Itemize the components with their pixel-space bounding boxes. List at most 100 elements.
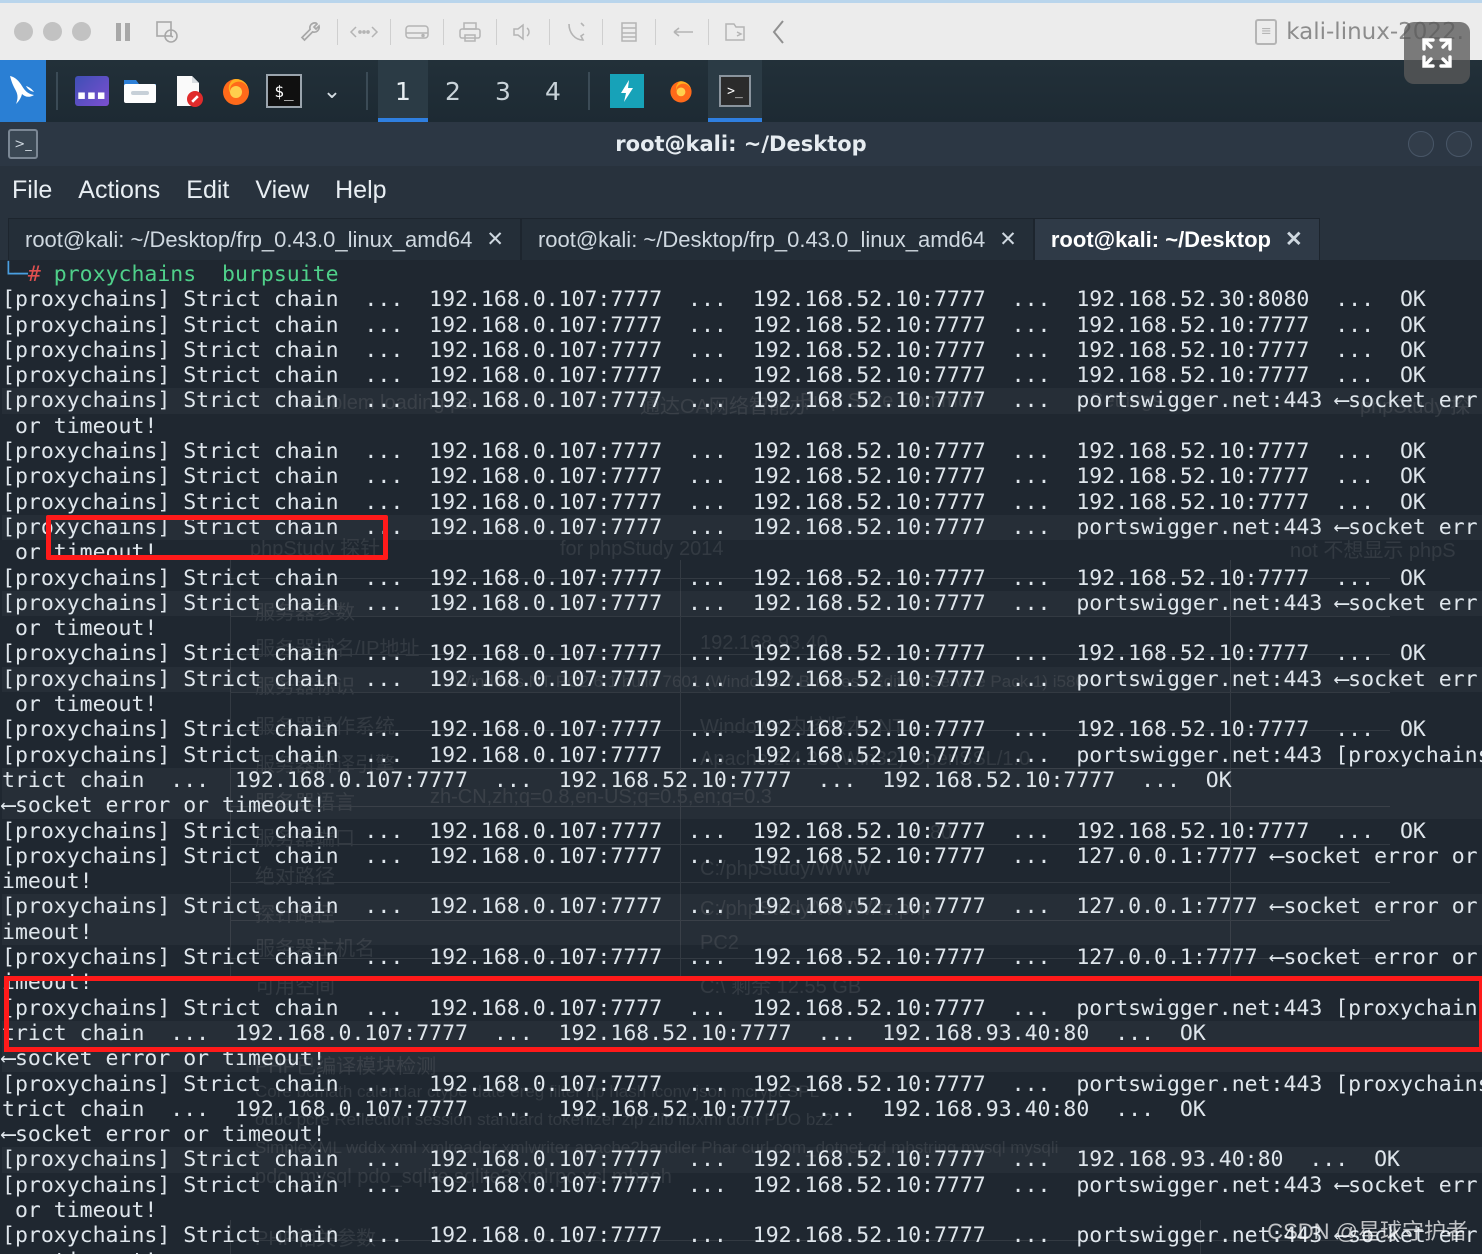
terminal-line: [proxychains] Strict chain ... 192.168.0… (2, 1071, 1482, 1097)
kali-dragon-logo[interactable] (0, 60, 46, 122)
workspace-button-3[interactable]: 3 (478, 60, 528, 122)
usb-icon[interactable] (665, 15, 699, 49)
collapse-chevron-icon[interactable] (762, 15, 796, 49)
terminal-line: [proxychains] Strict chain ... 192.168.0… (2, 363, 1426, 389)
terminal-text: └─# proxychains burpsuite [proxychains] S… (0, 260, 1482, 1254)
terminal-line: [proxychains] Strict chain ... 192.168.0… (2, 818, 1426, 844)
terminal-line: or timeout! (2, 413, 158, 439)
menu-view[interactable]: View (255, 176, 309, 205)
terminal-task-button[interactable]: >_ (708, 60, 762, 122)
terminal-line: [proxychains] Strict chain ... 192.168.0… (2, 489, 1426, 515)
kali-taskbar: ▪▪▪ $_ ⌄ 1 2 3 4 >_ (0, 60, 1482, 122)
snapshot-icon[interactable] (150, 15, 184, 49)
terminal-titlebar[interactable]: >_ root@kali: ~/Desktop (0, 122, 1482, 166)
server-icon[interactable] (612, 15, 646, 49)
terminal-line: [proxychains] Strict chain ... 192.168.0… (2, 337, 1426, 363)
panel-divider (588, 72, 590, 110)
menu-help[interactable]: Help (335, 176, 386, 205)
workspace-button-1[interactable]: 1 (378, 60, 428, 122)
text-editor-launcher[interactable] (164, 60, 212, 122)
workspace-label: 2 (445, 76, 461, 106)
panel-divider (366, 72, 368, 110)
terminal-line: [proxychains] Strict chain ... 192.168.0… (2, 641, 1426, 667)
sound-icon[interactable] (506, 15, 540, 49)
toolbar-divider (337, 18, 338, 45)
host-window-controls[interactable] (0, 22, 101, 41)
terminal-tab-3[interactable]: root@kali: ~/Desktop ✕ (1033, 218, 1320, 260)
terminal-line: or timeout! (2, 540, 158, 566)
harddisk-icon[interactable] (400, 15, 434, 49)
minimize-button[interactable] (1408, 131, 1434, 157)
terminal-line: [proxychains] Strict chain ... 192.168.0… (2, 667, 1482, 692)
terminal-launcher[interactable]: $_ (260, 60, 308, 122)
terminal-line: ⟵socket error or timeout! (2, 793, 1482, 818)
usb-bluetooth-icon[interactable] (559, 15, 593, 49)
terminal-line: or timeout! (2, 692, 158, 718)
terminal-line: [proxychains] Strict chain ... 192.168.0… (2, 591, 1482, 616)
csdn-watermark: CSDN @星球守护者 (1267, 1219, 1468, 1244)
terminal-line: [proxychains] Strict chain ... 192.168.0… (2, 515, 1482, 540)
burpsuite-task-button[interactable] (600, 60, 654, 122)
terminal-line: trict chain ... 192.168.0.107:7777 ... 1… (2, 1021, 1482, 1046)
close-window-button[interactable] (14, 22, 33, 41)
workspace-label: 4 (545, 76, 561, 106)
tab-label: root@kali: ~/Desktop (1050, 226, 1271, 252)
printer-icon[interactable] (453, 15, 487, 49)
terminal-line: [proxychains] Strict chain ... 192.168.0… (2, 945, 1478, 971)
sharedfolder-icon[interactable] (718, 15, 752, 49)
terminal-line: [proxychains] Strict chain ... 192.168.0… (2, 894, 1482, 919)
fullscreen-expand-icon[interactable] (1404, 22, 1470, 84)
menu-actions[interactable]: Actions (78, 176, 160, 205)
panel-divider (56, 72, 58, 110)
zoom-window-button[interactable] (72, 22, 91, 41)
workspace-button-2[interactable]: 2 (428, 60, 478, 122)
terminal-window-title: root@kali: ~/Desktop (615, 132, 867, 156)
host-vm-toolbar: ≡ kali-linux-2022. (0, 0, 1482, 60)
terminal-line: or timeout! (2, 1197, 158, 1223)
app-menu-launcher[interactable]: ▪▪▪ (68, 60, 116, 122)
menu-file[interactable]: File (12, 176, 52, 205)
terminal-line: [proxychains] Strict chain ... 192.168.0… (2, 464, 1426, 490)
toolbar-divider (655, 18, 656, 45)
tab-label: root@kali: ~/Desktop/frp_0.43.0_linux_am… (25, 226, 473, 252)
firefox-launcher[interactable] (212, 60, 260, 122)
terminal-tab-2[interactable]: root@kali: ~/Desktop/frp_0.43.0_linux_am… (520, 218, 1034, 260)
terminal-line: [proxychains] Strict chain ... 192.168.0… (2, 1147, 1482, 1172)
terminal-line: or timeout! (2, 1249, 1482, 1254)
terminal-line: [proxychains] Strict chain ... 192.168.0… (2, 717, 1426, 743)
terminal-line: [proxychains] Strict chain ... 192.168.0… (2, 388, 1482, 413)
tab-close-icon[interactable]: ✕ (486, 227, 504, 252)
tab-close-icon[interactable]: ✕ (999, 227, 1017, 252)
terminal-line: [proxychains] Strict chain ... 192.168.0… (2, 287, 1426, 313)
toolbar-divider (443, 18, 444, 45)
terminal-tab-1[interactable]: root@kali: ~/Desktop/frp_0.43.0_linux_am… (8, 218, 521, 260)
firefox-task-button[interactable] (654, 60, 708, 122)
minimize-window-button[interactable] (43, 22, 62, 41)
tab-close-icon[interactable]: ✕ (1285, 227, 1303, 252)
terminal-command-text: proxychains burpsuite (40, 262, 339, 287)
workspace-label: 1 (395, 76, 411, 106)
pause-icon[interactable] (106, 15, 140, 49)
terminal-line: imeout! (2, 920, 1482, 945)
toolbar-divider (496, 18, 497, 45)
terminal-command-line: └─# proxychains burpsuite (2, 262, 1482, 287)
terminal-line: or timeout! (2, 616, 158, 642)
terminal-window: >_ root@kali: ~/Desktop File Actions Edi… (0, 122, 1482, 1254)
terminal-output-area[interactable]: Problem loading pa 通达OA网络智能办 Burp Suite Co… (0, 260, 1482, 1254)
terminal-line: [proxychains] Strict chain ... 192.168.0… (2, 312, 1426, 338)
network-icon[interactable] (347, 15, 381, 49)
terminal-line: imeout! (2, 970, 93, 996)
terminal-menubar: File Actions Edit View Help (0, 166, 1482, 214)
terminal-tabbar: root@kali: ~/Desktop/frp_0.43.0_linux_am… (0, 214, 1482, 260)
launcher-dropdown-chevron[interactable]: ⌄ (308, 60, 356, 122)
tab-label: root@kali: ~/Desktop/frp_0.43.0_linux_am… (537, 226, 986, 252)
terminal-line: [proxychains] Strict chain ... 192.168.0… (2, 843, 1478, 869)
document-icon: ≡ (1255, 18, 1278, 45)
terminal-line: ⟵socket error or timeout! (2, 1122, 326, 1148)
file-manager-launcher[interactable] (116, 60, 164, 122)
menu-edit[interactable]: Edit (186, 176, 229, 205)
workspace-button-4[interactable]: 4 (528, 60, 578, 122)
settings-wrench-icon[interactable] (294, 15, 328, 49)
terminal-line: [proxychains] Strict chain ... 192.168.0… (2, 1172, 1478, 1198)
maximize-button[interactable] (1446, 131, 1472, 157)
